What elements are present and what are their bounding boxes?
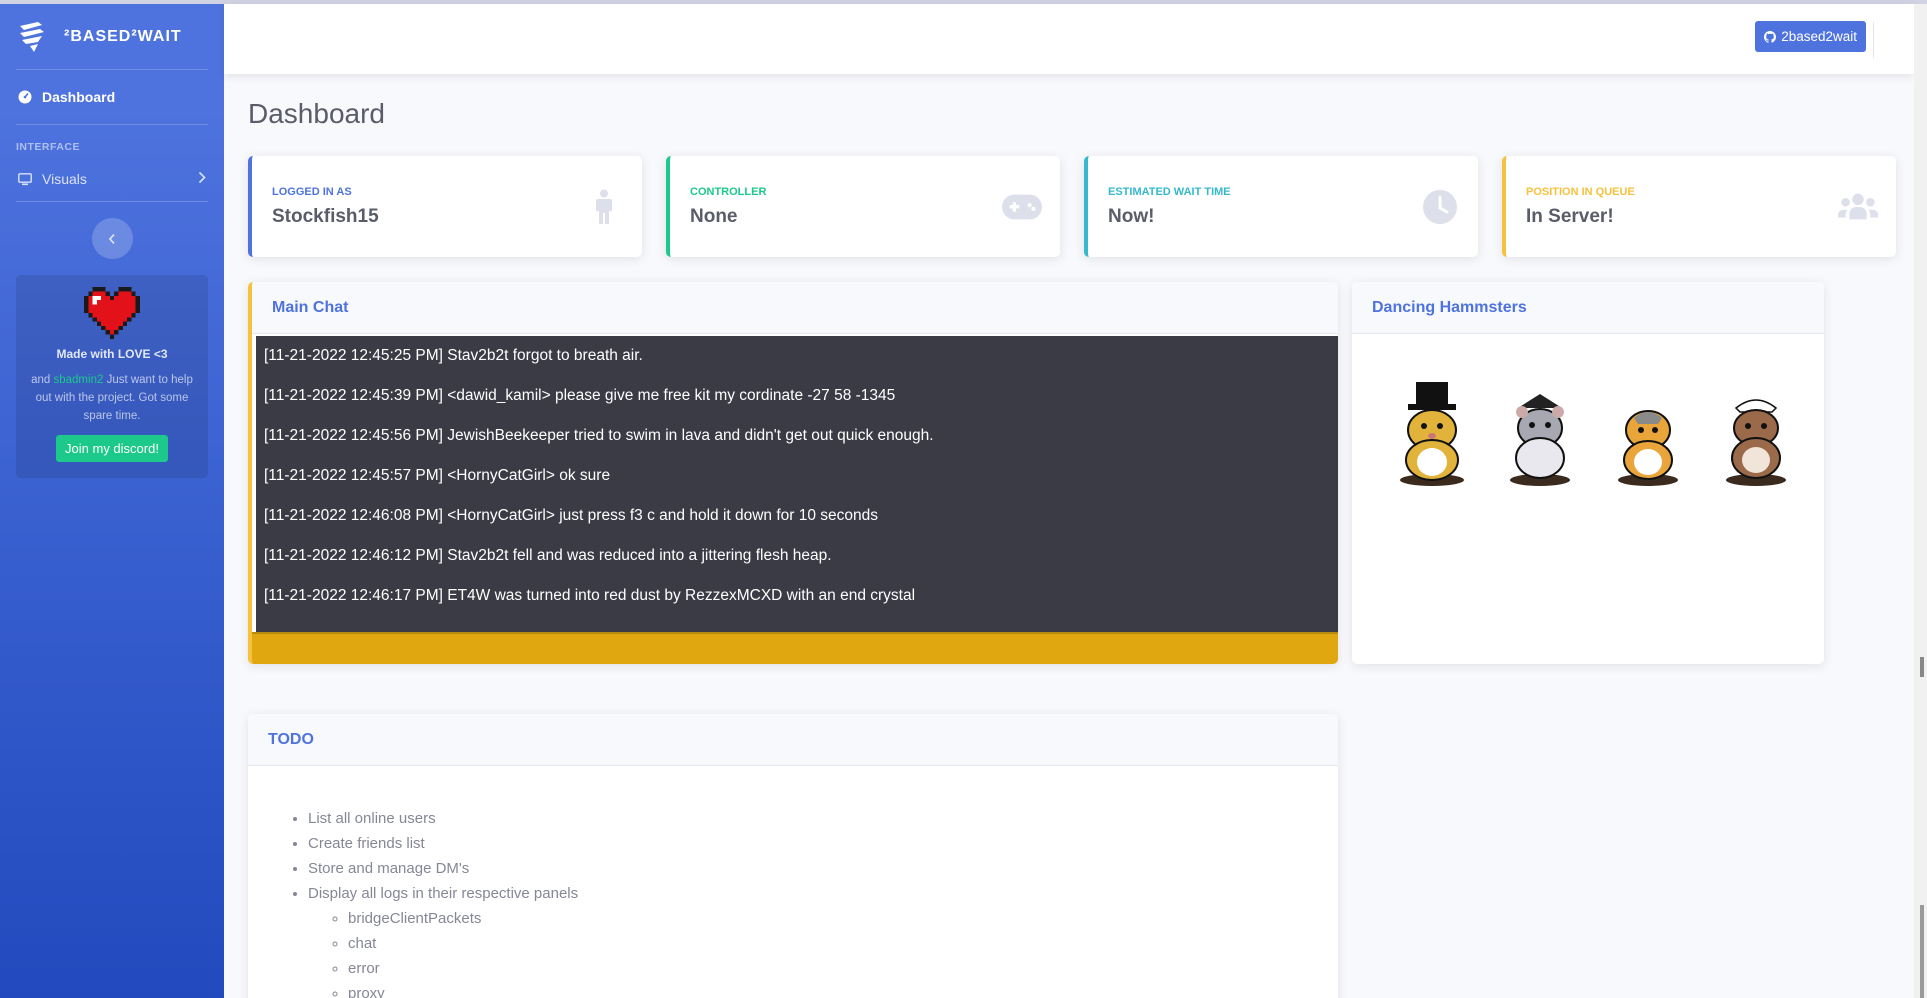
todo-item: Create friends list xyxy=(308,831,1338,856)
stat-value: None xyxy=(690,206,738,227)
sidebar-divider xyxy=(16,201,208,202)
promo-text-prefix: and xyxy=(31,374,54,386)
chat-message: [11-21-2022 12:46:08 PM] <HornyCatGirl> … xyxy=(264,507,879,524)
page-title: Dashboard xyxy=(248,98,385,129)
stat-value: In Server! xyxy=(1526,206,1614,227)
stat-label: POSITION IN QUEUE xyxy=(1526,186,1635,198)
dashboard-gauge-icon xyxy=(18,90,32,104)
join-discord-button[interactable]: Join my discord! xyxy=(56,435,168,462)
todo-subitem: error xyxy=(348,956,1338,981)
chat-input-bar[interactable] xyxy=(252,632,1338,664)
scrollbar-thumb[interactable] xyxy=(1920,905,1924,998)
users-icon xyxy=(1838,188,1878,226)
hamster-tophat-image xyxy=(1400,382,1464,486)
todo-item-label: Display all logs in their respective pan… xyxy=(308,885,579,902)
chat-message: [11-21-2022 12:45:56 PM] JewishBeekeeper… xyxy=(264,427,934,444)
promo-title: Made with LOVE <3 xyxy=(56,347,168,361)
stat-card-controller: CONTROLLER None xyxy=(666,156,1060,257)
todo-item: List all online users xyxy=(308,806,1338,831)
person-icon xyxy=(584,188,624,226)
stat-label: ESTIMATED WAIT TIME xyxy=(1108,186,1231,198)
stat-value: Stockfish15 xyxy=(272,206,379,227)
gamepad-icon xyxy=(1002,188,1042,226)
todo-title: TODO xyxy=(248,714,1338,766)
sidebar-promo-card: Made with LOVE <3 and sbadmin2 Just want… xyxy=(16,275,208,478)
todo-subitem: proxy xyxy=(348,981,1338,998)
dancing-hamsters-card: Dancing Hammsters xyxy=(1352,282,1824,664)
hamster-brown-image xyxy=(1726,399,1786,486)
sidebar-item-label: Dashboard xyxy=(42,89,116,105)
main-chat-title: Main Chat xyxy=(252,282,1338,334)
clock-icon xyxy=(1420,188,1460,226)
todo-subitem: bridgeClientPackets xyxy=(348,906,1338,931)
todo-list: List all online users Create friends lis… xyxy=(248,766,1338,998)
todo-item: Store and manage DM's xyxy=(308,856,1338,881)
todo-card: TODO List all online users Create friend… xyxy=(248,714,1338,998)
dancing-hamsters-title: Dancing Hammsters xyxy=(1352,282,1824,334)
sidebar-item-visuals[interactable]: Visuals xyxy=(0,157,224,201)
stat-card-logged-in: LOGGED IN AS Stockfish15 xyxy=(248,156,642,257)
desktop-icon xyxy=(18,172,32,186)
sidebar-heading: INTERFACE xyxy=(16,141,81,153)
stat-label: LOGGED IN AS xyxy=(272,186,352,198)
chat-message: [11-21-2022 12:45:39 PM] <dawid_kamil> p… xyxy=(264,387,896,404)
main-chat-card: Main Chat [11-21-2022 12:45:25 PM] Stav2… xyxy=(248,282,1338,664)
pixel-heart-icon xyxy=(84,287,140,339)
github-icon xyxy=(1764,30,1777,43)
sidebar: ²BASED²WAIT Dashboard INTERFACE Visuals … xyxy=(0,4,224,998)
hamster-gray-image xyxy=(1510,394,1570,486)
topbar-divider xyxy=(1873,22,1874,58)
brand-name: ²BASED²WAIT xyxy=(64,27,182,45)
sidebar-brand[interactable]: ²BASED²WAIT xyxy=(0,4,224,69)
chat-log[interactable]: [11-21-2022 12:45:25 PM] Stav2b2t forgot… xyxy=(256,336,1338,632)
chat-message: [11-21-2022 12:46:12 PM] Stav2b2t fell a… xyxy=(264,547,832,564)
chat-message: [11-21-2022 12:45:57 PM] <HornyCatGirl> … xyxy=(264,467,611,484)
sidebar-item-label: Visuals xyxy=(42,171,87,187)
scrollbar-thumb[interactable] xyxy=(1920,657,1924,677)
github-button-label: 2based2wait xyxy=(1781,29,1857,44)
brand-logo-icon xyxy=(20,21,44,52)
promo-author-link[interactable]: sbadmin2 xyxy=(54,374,104,386)
chevron-left-icon xyxy=(108,233,115,244)
stat-card-queue-position: POSITION IN QUEUE In Server! xyxy=(1502,156,1896,257)
sidebar-toggle-button[interactable] xyxy=(91,218,133,259)
todo-item: Display all logs in their respective pan… xyxy=(308,881,1338,998)
chat-message: [11-21-2022 12:46:17 PM] ET4W was turned… xyxy=(264,587,916,604)
sidebar-item-dashboard[interactable]: Dashboard xyxy=(0,70,224,124)
stat-label: CONTROLLER xyxy=(690,186,767,198)
chevron-right-icon xyxy=(198,171,206,187)
todo-subitem: chat xyxy=(348,931,1338,956)
hamster-gallery xyxy=(1392,378,1796,488)
hamster-orange-image xyxy=(1618,410,1678,486)
stat-value: Now! xyxy=(1108,206,1155,227)
chat-message: [11-21-2022 12:45:25 PM] Stav2b2t forgot… xyxy=(264,347,643,364)
topbar: 2based2wait xyxy=(224,4,1914,74)
github-button[interactable]: 2based2wait xyxy=(1755,21,1866,52)
scrollbar[interactable] xyxy=(1914,4,1927,998)
stat-card-wait-time: ESTIMATED WAIT TIME Now! xyxy=(1084,156,1478,257)
promo-text: and sbadmin2 Just want to help out with … xyxy=(26,371,198,425)
